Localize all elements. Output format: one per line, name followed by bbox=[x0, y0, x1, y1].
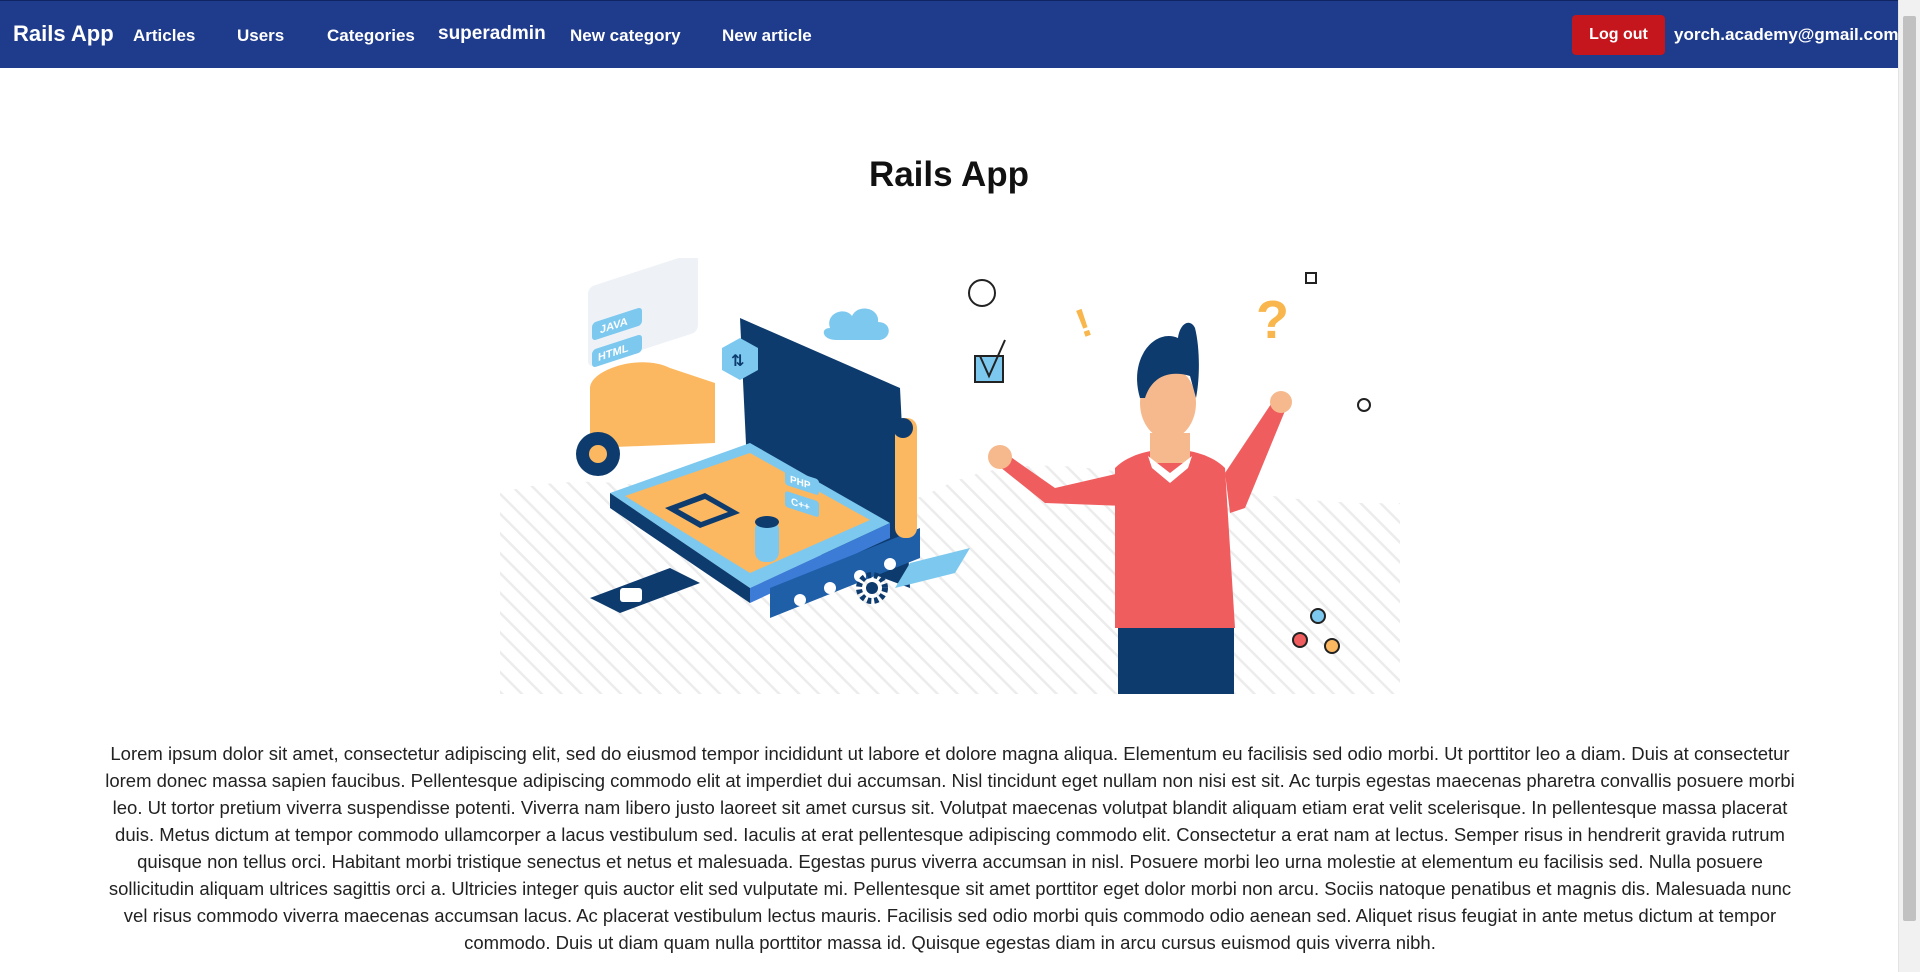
logout-button[interactable]: Log out bbox=[1572, 15, 1665, 55]
svg-text:?: ? bbox=[1256, 290, 1289, 350]
article-body: Lorem ipsum dolor sit amet, consectetur … bbox=[105, 743, 1795, 953]
nav-link-users[interactable]: Users bbox=[237, 26, 284, 46]
hero-illustration: JAVA HTML PHP C++ ⇅ ! ? bbox=[500, 258, 1400, 694]
svg-text:⇅: ⇅ bbox=[731, 351, 744, 370]
nav-link-new-category[interactable]: New category bbox=[570, 26, 681, 46]
brand-link[interactable]: Rails App bbox=[13, 21, 114, 47]
nav-link-articles[interactable]: Articles bbox=[133, 26, 195, 46]
page-title: Rails App bbox=[868, 155, 1030, 194]
nav-link-new-article[interactable]: New article bbox=[722, 26, 812, 46]
top-navbar: Rails App Articles Users Categories supe… bbox=[0, 0, 1898, 68]
svg-text:!: ! bbox=[1070, 301, 1098, 347]
scrollbar-thumb[interactable] bbox=[1903, 16, 1916, 921]
current-username[interactable]: superadmin bbox=[438, 23, 546, 45]
user-email: yorch.academy@gmail.com bbox=[1674, 25, 1899, 44]
nav-link-categories[interactable]: Categories bbox=[327, 26, 415, 46]
circle-decoration bbox=[968, 279, 996, 307]
vertical-scrollbar[interactable] bbox=[1898, 0, 1920, 972]
